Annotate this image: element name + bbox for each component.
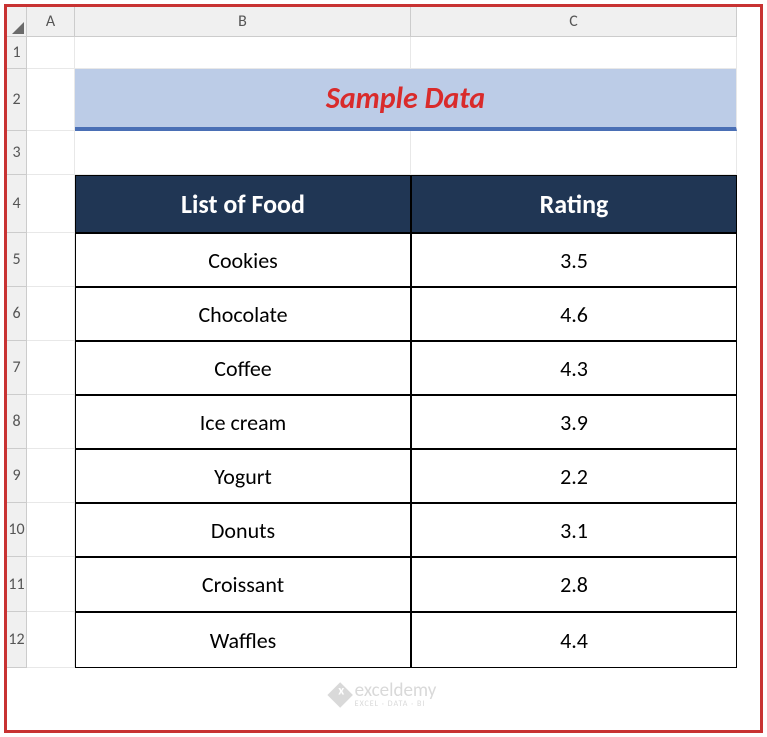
cell-a6[interactable] (27, 287, 75, 341)
table-row[interactable]: Coffee (75, 341, 411, 395)
row-header-10[interactable]: 10 (7, 503, 27, 557)
watermark: exceldemy EXCEL · DATA · BI (331, 681, 437, 708)
table-row[interactable]: 3.1 (411, 503, 737, 557)
table-row[interactable]: 4.6 (411, 287, 737, 341)
row-header-6[interactable]: 6 (7, 287, 27, 341)
cell-b3[interactable] (75, 131, 411, 175)
table-row[interactable]: 2.8 (411, 557, 737, 612)
table-row[interactable]: 4.4 (411, 612, 737, 668)
col-header-a[interactable]: A (27, 7, 75, 37)
cell-a12[interactable] (27, 612, 75, 668)
table-row[interactable]: 3.9 (411, 395, 737, 449)
cell-a5[interactable] (27, 233, 75, 287)
spreadsheet-grid: A B C 1 2 Sample Data 3 4 List of Food R… (7, 7, 760, 668)
cell-b1[interactable] (75, 37, 411, 69)
cell-c3[interactable] (411, 131, 737, 175)
table-row[interactable]: 4.3 (411, 341, 737, 395)
row-header-12[interactable]: 12 (7, 612, 27, 668)
table-row[interactable]: Cookies (75, 233, 411, 287)
row-header-2[interactable]: 2 (7, 69, 27, 131)
row-header-3[interactable]: 3 (7, 131, 27, 175)
table-row[interactable]: Chocolate (75, 287, 411, 341)
table-row[interactable]: Yogurt (75, 449, 411, 503)
row-header-5[interactable]: 5 (7, 233, 27, 287)
watermark-sub: EXCEL · DATA · BI (355, 700, 437, 708)
row-header-7[interactable]: 7 (7, 341, 27, 395)
cell-c1[interactable] (411, 37, 737, 69)
cell-a11[interactable] (27, 557, 75, 612)
col-header-b[interactable]: B (75, 7, 411, 37)
row-header-11[interactable]: 11 (7, 557, 27, 612)
col-header-c[interactable]: C (411, 7, 737, 37)
table-row[interactable]: Donuts (75, 503, 411, 557)
select-all-corner[interactable] (7, 7, 27, 37)
screenshot-frame: A B C 1 2 Sample Data 3 4 List of Food R… (4, 4, 763, 733)
cell-a1[interactable] (27, 37, 75, 69)
table-row[interactable]: Waffles (75, 612, 411, 668)
cell-a8[interactable] (27, 395, 75, 449)
cell-a4[interactable] (27, 175, 75, 233)
table-header-rating[interactable]: Rating (411, 175, 737, 233)
cell-a3[interactable] (27, 131, 75, 175)
cell-a7[interactable] (27, 341, 75, 395)
table-header-food[interactable]: List of Food (75, 175, 411, 233)
table-row[interactable]: 2.2 (411, 449, 737, 503)
row-header-1[interactable]: 1 (7, 37, 27, 69)
watermark-brand: exceldemy (355, 681, 437, 700)
row-header-4[interactable]: 4 (7, 175, 27, 233)
watermark-logo-icon (327, 682, 352, 707)
row-header-9[interactable]: 9 (7, 449, 27, 503)
cell-a2[interactable] (27, 69, 75, 131)
row-header-8[interactable]: 8 (7, 395, 27, 449)
table-row[interactable]: Croissant (75, 557, 411, 612)
title-cell[interactable]: Sample Data (75, 69, 737, 131)
cell-a9[interactable] (27, 449, 75, 503)
table-row[interactable]: Ice cream (75, 395, 411, 449)
table-row[interactable]: 3.5 (411, 233, 737, 287)
cell-a10[interactable] (27, 503, 75, 557)
